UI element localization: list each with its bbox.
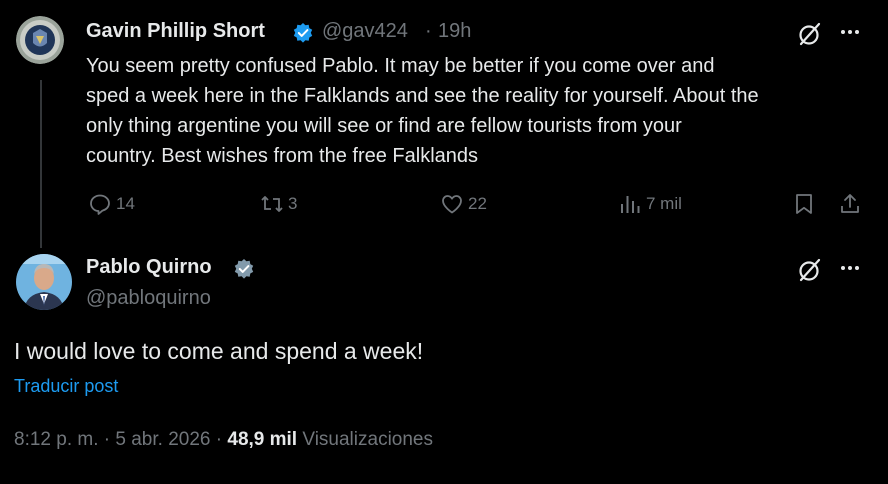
reply-text: You seem pretty confused Pablo. It may b… — [86, 51, 876, 171]
bookmark-button[interactable] — [792, 190, 816, 218]
avatar-gavin[interactable] — [16, 16, 64, 64]
post-time[interactable]: 8:12 p. m. — [14, 429, 99, 450]
reply-text-line: sped a week here in the Falklands and se… — [86, 85, 759, 107]
share-icon — [841, 194, 859, 213]
reply-icon — [90, 194, 110, 215]
reply-text-line: only thing argentine you will see or fin… — [86, 115, 682, 137]
views-label[interactable]: Visualizaciones — [302, 429, 433, 450]
verified-icon — [293, 23, 313, 43]
reply-handle[interactable]: @gav424 — [322, 20, 408, 43]
repost-button[interactable]: 3 — [260, 190, 297, 218]
reply-separator: · — [425, 20, 432, 42]
bookmark-icon — [796, 194, 812, 214]
reply-button[interactable]: 14 — [88, 190, 135, 218]
like-button[interactable]: 22 — [440, 190, 487, 218]
post-meta: 8:12 p. m. · 5 abr. 2026 · 48,9 mil Visu… — [14, 429, 433, 451]
meta-separator: · — [103, 429, 111, 450]
views-count-main[interactable]: 48,9 mil — [227, 429, 297, 450]
like-icon — [442, 195, 462, 214]
reply-author-name[interactable]: Gavin Phillip Short — [86, 20, 265, 43]
repost-count: 3 — [288, 194, 298, 213]
reply-text-line: country. Best wishes from the free Falkl… — [86, 145, 479, 167]
like-count: 22 — [468, 194, 487, 213]
avatar-pablo[interactable] — [16, 254, 72, 310]
grok-icon[interactable] — [797, 257, 823, 283]
reply-time[interactable]: 19h — [438, 20, 471, 43]
views-count: 7 mil — [646, 194, 682, 213]
main-handle[interactable]: @pabloquirno — [86, 287, 211, 310]
verified-icon — [234, 259, 254, 279]
main-post-text: I would love to come and spend a week! — [14, 338, 424, 364]
repost-icon — [261, 196, 283, 212]
more-icon[interactable] — [838, 256, 862, 280]
main-author-name[interactable]: Pablo Quirno — [86, 256, 212, 279]
meta-separator: · — [215, 429, 223, 450]
share-button[interactable] — [838, 190, 862, 218]
reply-text-line: You seem pretty confused Pablo. It may b… — [86, 55, 715, 77]
translate-post-link[interactable]: Traducir post — [14, 376, 118, 397]
views-button[interactable]: 7 mil — [618, 190, 682, 218]
thread-line — [40, 80, 42, 248]
views-icon — [621, 196, 640, 213]
reply-count: 14 — [116, 194, 135, 213]
post-date[interactable]: 5 abr. 2026 — [115, 429, 210, 450]
grok-icon[interactable] — [797, 21, 823, 47]
more-icon[interactable] — [838, 20, 862, 44]
